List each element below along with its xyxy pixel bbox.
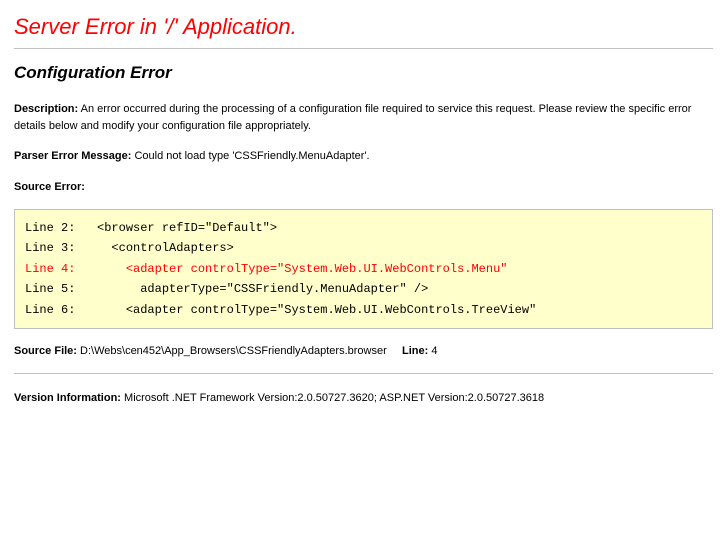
source-error-label-paragraph: Source Error: xyxy=(14,179,713,196)
source-error-label: Source Error: xyxy=(14,181,85,193)
version-label: Version Information: xyxy=(14,392,121,404)
server-error-heading: Server Error in '/' Application. xyxy=(14,14,713,40)
source-code-block: Line 2: <browser refID="Default"> Line 3… xyxy=(14,209,713,329)
config-error-heading: Configuration Error xyxy=(14,63,713,83)
divider-bottom xyxy=(14,373,713,374)
version-text: Microsoft .NET Framework Version:2.0.507… xyxy=(124,392,544,404)
source-file-paragraph: Source File: D:\Webs\cen452\App_Browsers… xyxy=(14,343,713,360)
code-line: Line 6: <adapter controlType="System.Web… xyxy=(25,303,536,317)
divider-top xyxy=(14,48,713,49)
version-paragraph: Version Information: Microsoft .NET Fram… xyxy=(14,392,713,404)
code-line: Line 2: <browser refID="Default"> xyxy=(25,221,277,235)
parser-error-paragraph: Parser Error Message: Could not load typ… xyxy=(14,148,713,165)
code-line: Line 5: adapterType="CSSFriendly.MenuAda… xyxy=(25,282,428,296)
source-file-text: D:\Webs\cen452\App_Browsers\CSSFriendlyA… xyxy=(80,345,387,357)
code-line: Line 3: <controlAdapters> xyxy=(25,241,234,255)
code-line: Line 4: <adapter controlType="System.Web… xyxy=(25,262,507,276)
source-file-label: Source File: xyxy=(14,345,77,357)
description-paragraph: Description: An error occurred during th… xyxy=(14,101,713,134)
description-label: Description: xyxy=(14,103,78,115)
parser-error-label: Parser Error Message: xyxy=(14,150,131,162)
parser-error-text: Could not load type 'CSSFriendly.MenuAda… xyxy=(134,150,369,162)
source-line-no: 4 xyxy=(431,345,437,357)
source-line-label: Line: xyxy=(402,345,428,357)
description-text: An error occurred during the processing … xyxy=(14,103,691,132)
